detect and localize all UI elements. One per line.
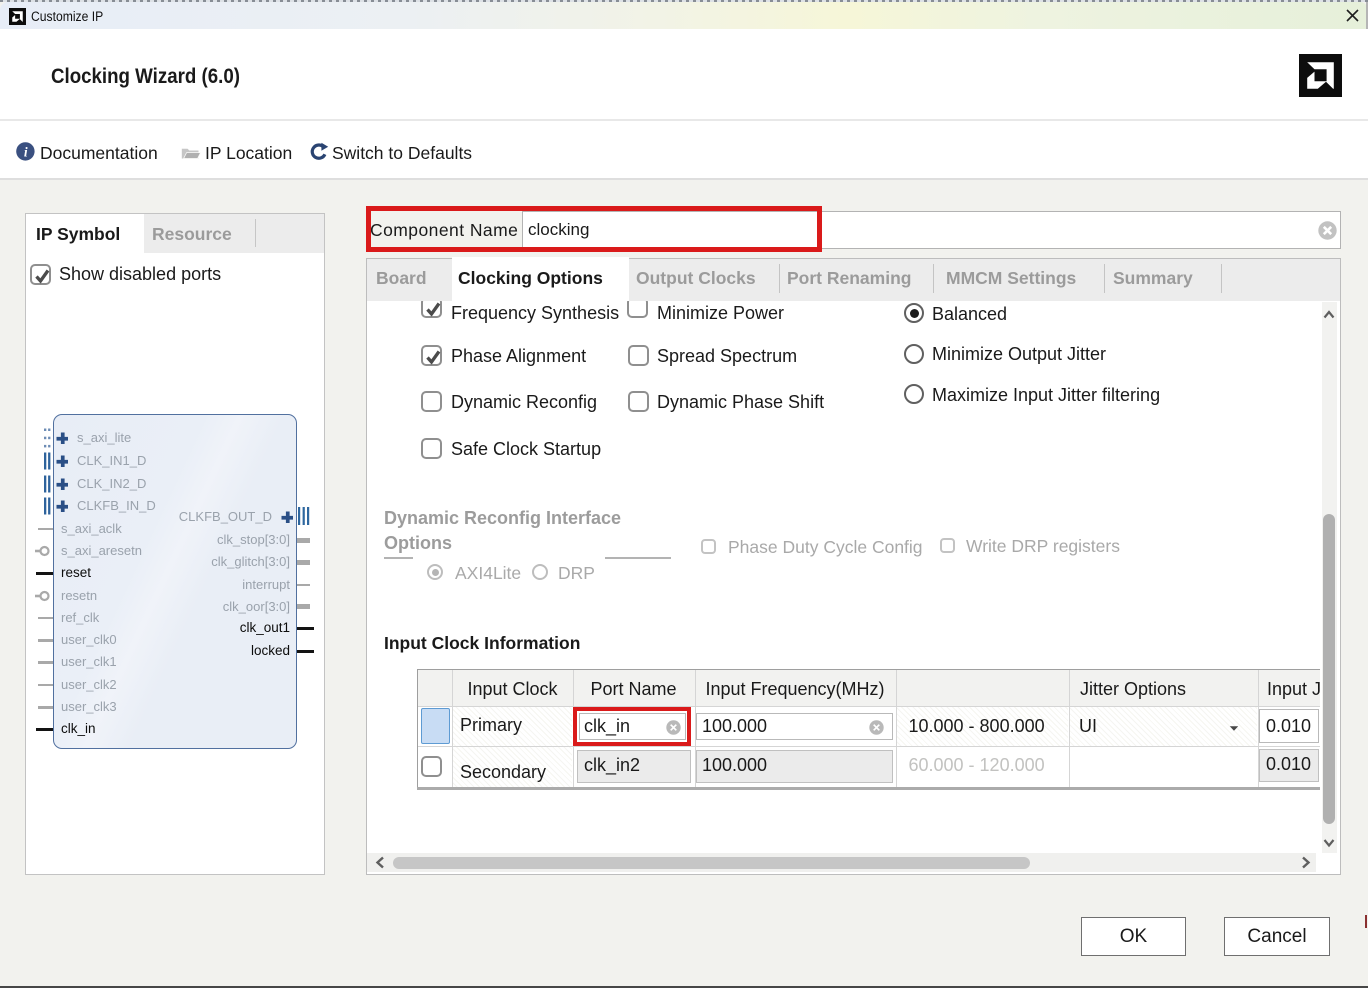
svg-text:i: i xyxy=(23,144,27,159)
